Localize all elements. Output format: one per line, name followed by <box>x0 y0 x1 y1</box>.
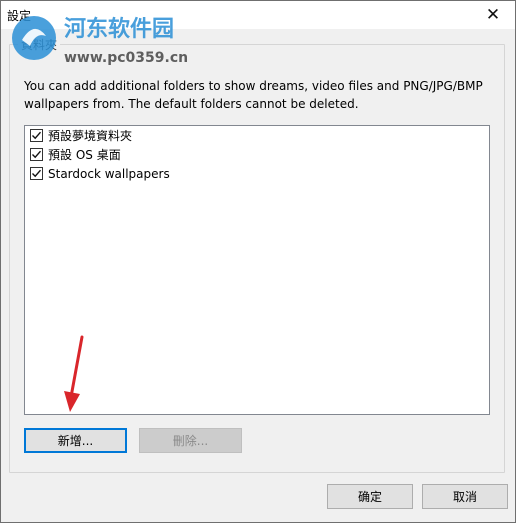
group-legend: 資料夾 <box>18 36 61 53</box>
cancel-button[interactable]: 取消 <box>422 484 508 509</box>
checkbox[interactable] <box>30 148 43 161</box>
window-title: 設定 <box>7 9 32 23</box>
title-bar[interactable]: 設定 ✕ <box>1 1 515 29</box>
delete-folder-button[interactable]: 刪除... <box>139 428 242 453</box>
list-item-label: 預設夢境資料夾 <box>48 129 133 143</box>
checkmark-icon <box>32 169 42 178</box>
checkbox[interactable] <box>30 167 43 180</box>
checkmark-icon <box>32 131 42 140</box>
folder-list[interactable]: 預設夢境資料夾 預設 OS 桌面 Stardock wallpapers <box>24 125 490 415</box>
description-text: You can add additional folders to show d… <box>24 79 483 111</box>
close-icon: ✕ <box>485 5 501 25</box>
add-folder-button[interactable]: 新增... <box>24 428 127 453</box>
checkbox[interactable] <box>30 129 43 142</box>
list-item-label: 預設 OS 桌面 <box>48 148 121 162</box>
list-item[interactable]: Stardock wallpapers <box>25 164 489 183</box>
close-button[interactable]: ✕ <box>471 1 515 29</box>
ok-button[interactable]: 确定 <box>327 484 413 509</box>
checkmark-icon <box>32 150 42 159</box>
list-item[interactable]: 預設 OS 桌面 <box>25 145 489 164</box>
list-item-label: Stardock wallpapers <box>48 166 170 181</box>
list-item[interactable]: 預設夢境資料夾 <box>25 126 489 145</box>
